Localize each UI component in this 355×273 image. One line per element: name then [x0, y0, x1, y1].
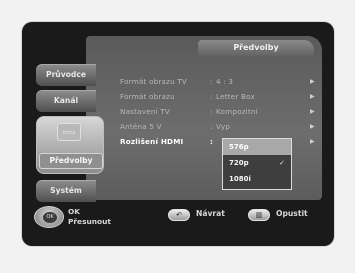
setting-row-aspect-format[interactable]: Formát obrazu : Letter Box ▶ — [120, 89, 320, 104]
ok-center-icon: OK — [43, 212, 57, 223]
hdmi-resolution-dropdown[interactable]: 576p 720p ✓ 1080i — [222, 138, 292, 190]
dropdown-option-1080i[interactable]: 1080i — [223, 171, 291, 187]
page-title: Předvolby — [198, 40, 314, 56]
tab-preferences[interactable]: ▭▭ Předvolby — [36, 116, 104, 174]
setting-row-antenna-power[interactable]: Anténa 5 V : Vyp ▶ — [120, 119, 320, 134]
right-arrow-icon: ▶ — [310, 93, 315, 100]
setting-label: Rozlišení HDMI — [120, 137, 184, 146]
right-arrow-icon: ▶ — [310, 138, 315, 145]
dropdown-option-576p[interactable]: 576p — [223, 139, 291, 155]
exit-button-icon: ▥ — [248, 209, 270, 221]
setting-label: Formát obrazu — [120, 92, 175, 101]
exit-hint: Opustit — [276, 209, 308, 218]
setting-label: Anténa 5 V — [120, 122, 162, 131]
ok-hint: OK — [68, 207, 81, 216]
setting-value: Kompozitní — [216, 107, 258, 116]
setting-value: Vyp — [216, 122, 231, 131]
tab-system[interactable]: Systém — [36, 180, 96, 202]
back-button-icon: ↶ — [168, 209, 190, 221]
right-arrow-icon: ▶ — [310, 123, 315, 130]
setting-row-tv-aspect[interactable]: Formát obrazu TV : 4 : 3 ▶ — [120, 74, 320, 89]
right-arrow-icon: ▶ — [310, 78, 315, 85]
setting-label: Nastavení TV — [120, 107, 170, 116]
navigation-joystick-icon: OK — [34, 206, 64, 228]
move-hint: Přesunout — [68, 217, 111, 226]
setting-label: Formát obrazu TV — [120, 77, 188, 86]
setting-separator: : — [210, 137, 214, 146]
tab-guide[interactable]: Průvodce — [36, 64, 96, 86]
tab-channel[interactable]: Kanál — [36, 90, 96, 112]
checkmark-icon: ✓ — [279, 159, 285, 167]
footer-help-bar: OK OK Přesunout ↶ Návrat ▥ Opustit — [30, 205, 326, 229]
back-hint: Návrat — [196, 209, 225, 218]
dropdown-option-label: 720p — [229, 159, 249, 167]
setting-value: 4 : 3 — [216, 77, 234, 86]
setting-row-tv-setup[interactable]: Nastavení TV : Kompozitní ▶ — [120, 104, 320, 119]
settings-tv-icon: ▭▭ — [57, 123, 81, 141]
dropdown-option-720p[interactable]: 720p ✓ — [223, 155, 291, 171]
tab-preferences-label: Předvolby — [39, 153, 103, 169]
right-arrow-icon: ▶ — [310, 108, 315, 115]
setting-value: Letter Box — [216, 92, 255, 101]
